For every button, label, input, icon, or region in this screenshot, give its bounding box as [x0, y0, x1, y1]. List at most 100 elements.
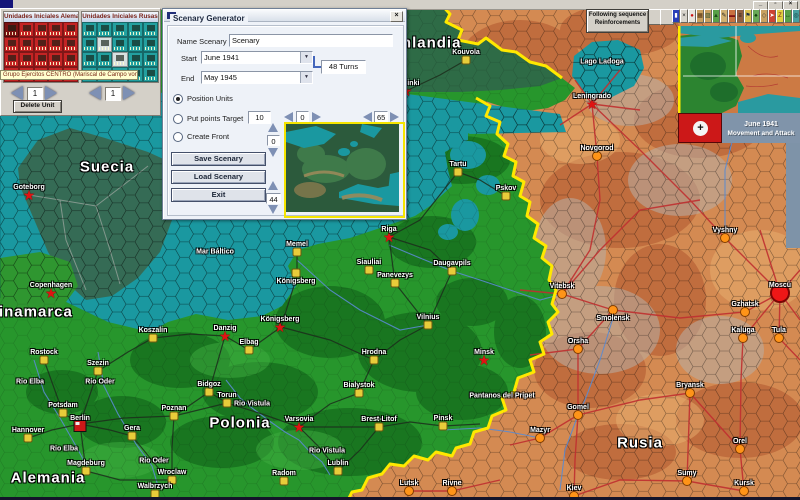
overview-minimap[interactable]: [678, 26, 800, 113]
save-icon[interactable]: ▮: [672, 9, 680, 23]
unit-counter[interactable]: [48, 22, 63, 37]
exit-button[interactable]: Exit: [171, 188, 266, 202]
russian-unit-next-arrow[interactable]: [123, 86, 135, 100]
unit-counter[interactable]: [19, 22, 34, 37]
scroll-right-arrow[interactable]: [312, 112, 321, 122]
position-units-label: Position Units: [187, 94, 233, 103]
flag-icon[interactable]: ⚑: [744, 9, 752, 23]
chevron-down-icon[interactable]: ▼: [300, 52, 312, 63]
unit-counter[interactable]: [4, 52, 19, 67]
turn-label: June 1941: [722, 121, 800, 128]
unit-counter[interactable]: [143, 67, 158, 82]
start-date-value: June 1941: [204, 52, 300, 63]
scroll-up-arrow[interactable]: [268, 181, 278, 190]
tree-icon[interactable]: ♠: [752, 9, 760, 23]
attack-icon[interactable]: ➤: [768, 9, 776, 23]
name-scenary-label: Name Scenary: [177, 37, 227, 46]
russian-units-title: Unidades Iniciales Rusas: [82, 12, 158, 22]
scroll-right-arrow[interactable]: [390, 112, 399, 122]
paint-icon[interactable]: ▬: [728, 9, 736, 23]
delete-icon[interactable]: ×: [680, 9, 688, 23]
turns-connector: [313, 66, 321, 68]
unit-counter[interactable]: [112, 22, 127, 37]
units-icon[interactable]: ▦: [696, 9, 704, 23]
end-date-value: May 1945: [204, 72, 300, 83]
unit-counter[interactable]: [63, 52, 78, 67]
unit-counter[interactable]: [63, 22, 78, 37]
unit-counter[interactable]: [128, 52, 143, 67]
hex-icon[interactable]: ◇: [760, 9, 768, 23]
view-icon[interactable]: ◎: [792, 9, 800, 23]
following-sequence-button[interactable]: Following sequence Reinforcements: [586, 9, 649, 33]
photo-icon[interactable]: ▨: [704, 9, 712, 23]
game-window: KouvolaTartuPskovMemelKönigsbergSiauliai…: [0, 0, 800, 500]
map-toolbar: ▮×●▦▨▲✎▬≡⚑♠◇➤Z↔◎: [672, 9, 800, 23]
vscroll-a-value[interactable]: 0: [267, 135, 280, 146]
unit-counter[interactable]: [82, 52, 97, 67]
phase-label: Movement and Attack: [722, 130, 800, 137]
position-units-radio[interactable]: [173, 94, 183, 104]
russian-unit-prev-arrow[interactable]: [89, 86, 101, 100]
scroll-down-arrow[interactable]: [268, 205, 278, 214]
unit-counter[interactable]: [48, 37, 63, 52]
unit-counter[interactable]: [34, 22, 49, 37]
scenary-name-input[interactable]: Scenary: [229, 34, 393, 47]
window-right-strip: [786, 143, 800, 248]
unit-counter[interactable]: [82, 22, 97, 37]
unit-counter[interactable]: [4, 37, 19, 52]
unit-counter[interactable]: [4, 22, 19, 37]
unit-counter[interactable]: [143, 52, 158, 67]
unit-counter[interactable]: [48, 52, 63, 67]
end-date-select[interactable]: May 1945 ▼: [201, 71, 313, 84]
unit-counter[interactable]: [97, 52, 112, 67]
initial-units-block: Unidades Iniciales Alemanas Unidades Ini…: [0, 8, 161, 116]
unit-counter[interactable]: [128, 37, 143, 52]
sequence-line2: Reinforcements: [587, 19, 648, 27]
scroll-down-arrow[interactable]: [268, 148, 278, 157]
unit-counter[interactable]: [112, 52, 127, 67]
scroll-left-arrow[interactable]: [284, 112, 293, 122]
edit-icon[interactable]: ✎: [720, 9, 728, 23]
close-icon[interactable]: ×: [390, 11, 403, 22]
german-unit-next-arrow[interactable]: [45, 86, 57, 100]
put-points-radio[interactable]: [173, 114, 183, 124]
rail-icon[interactable]: ≡: [736, 9, 744, 23]
scroll-up-arrow[interactable]: [268, 123, 278, 132]
delete-unit-button[interactable]: Delete Unit: [13, 100, 62, 113]
sequence-line1: Following sequence: [587, 11, 648, 19]
save-scenary-button[interactable]: Save Scenary: [171, 152, 266, 166]
record-icon[interactable]: ●: [688, 9, 696, 23]
unit-counter[interactable]: [97, 37, 112, 52]
create-front-label: Create Front: [187, 132, 229, 141]
german-units-title: Unidades Iniciales Alemanas: [4, 12, 78, 22]
scenary-generator-dialog: × Scenary Generator Name Scenary Scenary…: [162, 8, 407, 220]
unit-counter[interactable]: [82, 37, 97, 52]
start-label: Start: [181, 54, 197, 63]
dialog-minimap[interactable]: [284, 122, 405, 218]
german-unit-counter[interactable]: 1: [27, 87, 43, 101]
dialog-title: Scenary Generator: [170, 14, 248, 23]
russian-unit-counter[interactable]: 1: [105, 87, 121, 101]
move-icon[interactable]: ↔: [784, 9, 792, 23]
unit-counter[interactable]: [128, 22, 143, 37]
vscroll-b-value[interactable]: 44: [266, 193, 281, 204]
bolt-icon[interactable]: Z: [776, 9, 784, 23]
german-unit-prev-arrow[interactable]: [11, 86, 23, 100]
create-front-radio[interactable]: [173, 132, 183, 142]
load-scenary-button[interactable]: Load Scenary: [171, 170, 266, 184]
unit-counter[interactable]: [34, 52, 49, 67]
balkenkreuz-icon: +: [693, 121, 708, 136]
terrain-icon[interactable]: ▲: [712, 9, 720, 23]
unit-counter[interactable]: [143, 37, 158, 52]
unit-counter[interactable]: [19, 52, 34, 67]
unit-counter[interactable]: [112, 37, 127, 52]
chevron-down-icon[interactable]: ▼: [300, 72, 312, 83]
unit-counter[interactable]: [63, 37, 78, 52]
unit-counter[interactable]: [19, 37, 34, 52]
unit-counter[interactable]: [34, 37, 49, 52]
scroll-left-arrow[interactable]: [363, 112, 372, 122]
unit-counter[interactable]: [143, 22, 158, 37]
german-flag: +: [678, 113, 722, 143]
unit-counter[interactable]: [97, 22, 112, 37]
start-date-select[interactable]: June 1941 ▼: [201, 51, 313, 64]
